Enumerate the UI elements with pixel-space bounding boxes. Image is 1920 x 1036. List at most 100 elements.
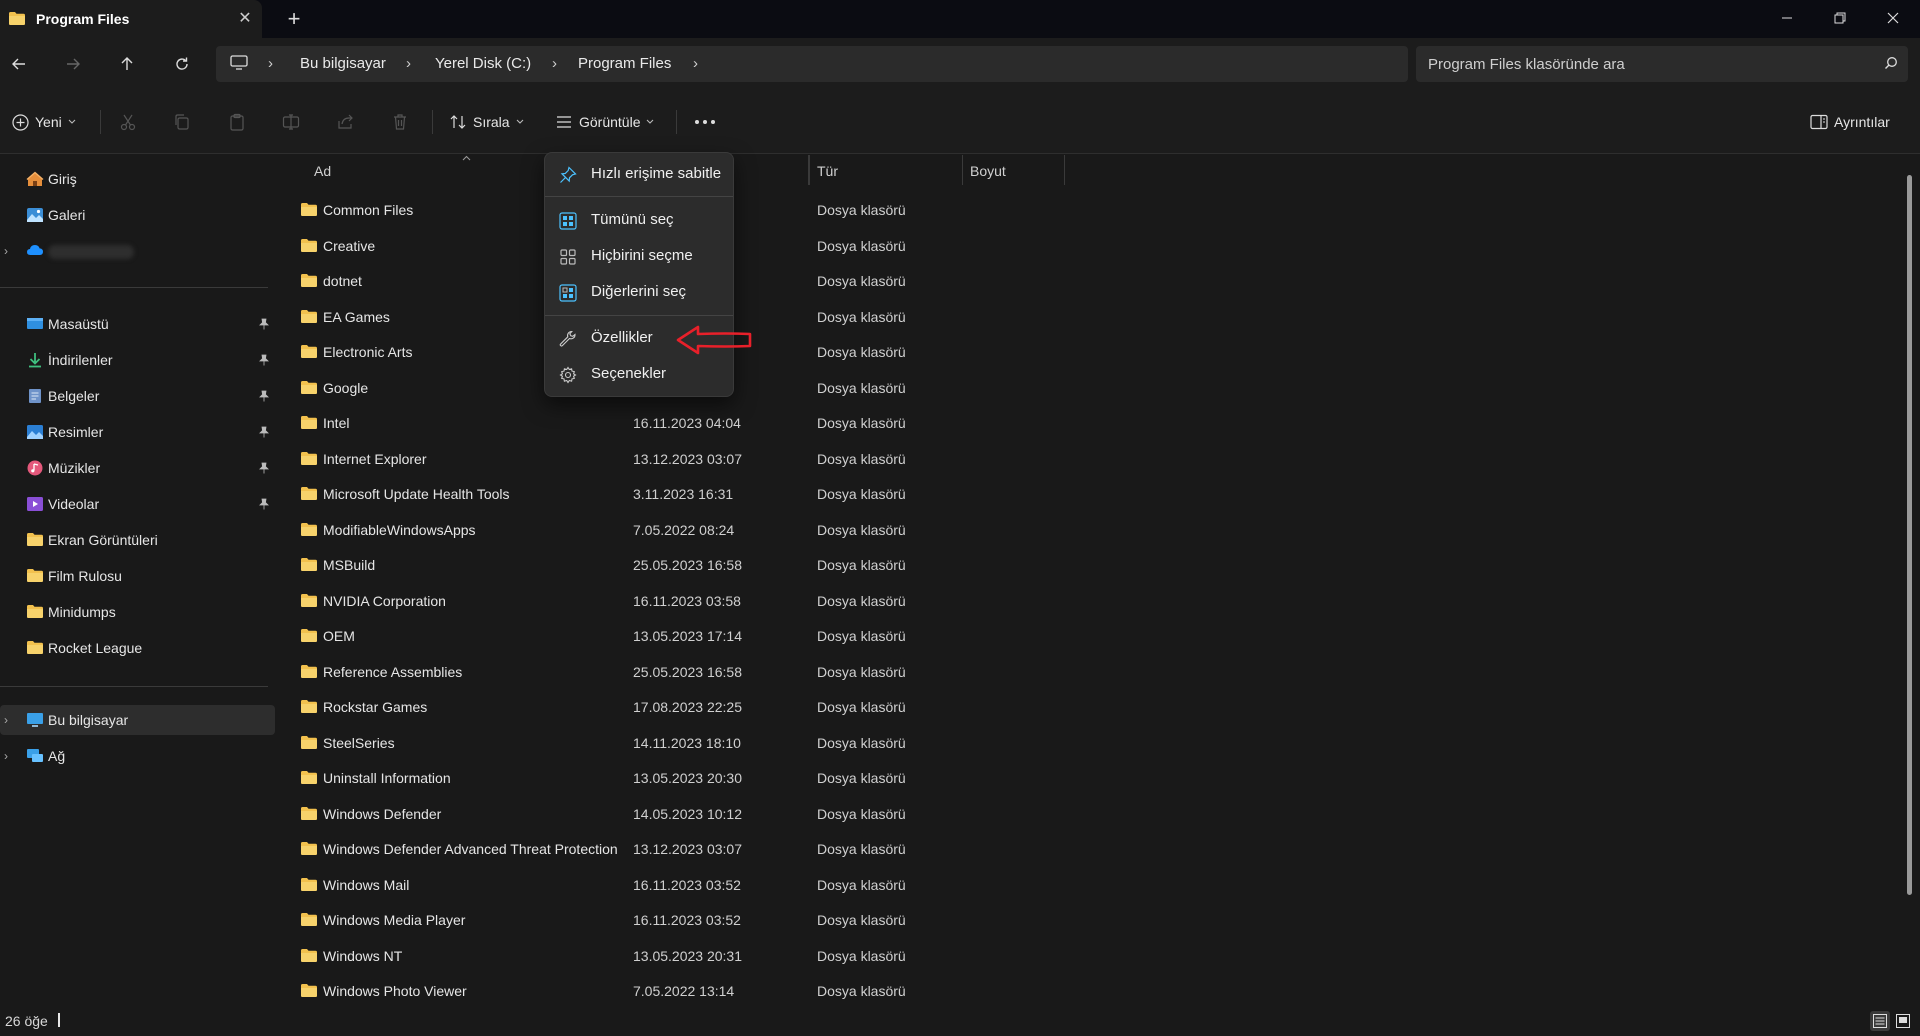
- file-row[interactable]: Electronic Arts Dosya klasörü: [290, 335, 1290, 370]
- up-button[interactable]: [111, 48, 143, 80]
- breadcrumb-program-files[interactable]: Program Files: [578, 55, 671, 72]
- pin-icon[interactable]: [258, 462, 269, 474]
- rename-button[interactable]: [282, 108, 300, 136]
- sidebar-item-this-pc[interactable]: › Bu bilgisayar: [0, 705, 275, 735]
- file-type: Dosya klasörü: [817, 734, 906, 751]
- file-row[interactable]: Windows Mail 16.11.2023 03:52 Dosya klasör…: [290, 868, 1290, 903]
- breadcrumb-this-pc[interactable]: Bu bilgisayar: [300, 55, 386, 72]
- details-pane-button[interactable]: Ayrıntılar: [1810, 108, 1890, 136]
- new-tab-button[interactable]: +: [282, 7, 306, 31]
- forward-button[interactable]: [57, 48, 89, 80]
- folder-icon: [300, 309, 318, 324]
- sidebar-item-folder[interactable]: Ekran Görüntüleri: [0, 525, 275, 555]
- file-name: EA Games: [323, 308, 390, 325]
- pin-icon[interactable]: [258, 354, 269, 366]
- pin-icon[interactable]: [258, 318, 269, 330]
- column-header-size[interactable]: Boyut: [970, 163, 1006, 193]
- refresh-button[interactable]: [166, 48, 198, 80]
- view-button[interactable]: Görüntüle: [555, 108, 654, 136]
- file-row[interactable]: OEM 13.05.2023 17:14 Dosya klasörü: [290, 619, 1290, 654]
- file-row[interactable]: Uninstall Information 13.05.2023 20:30 Dos…: [290, 761, 1290, 796]
- close-window-button[interactable]: [1868, 0, 1918, 36]
- cut-button[interactable]: [119, 108, 137, 136]
- close-tab-icon[interactable]: ✕: [236, 10, 254, 28]
- file-row[interactable]: Windows Defender Advanced Threat Protect…: [290, 832, 1290, 867]
- file-row[interactable]: Windows NT 13.05.2023 20:31 Dosya klasörü: [290, 939, 1290, 974]
- file-row[interactable]: Intel 16.11.2023 04:04 Dosya klasörü: [290, 406, 1290, 441]
- file-row[interactable]: MSBuild 25.05.2023 16:58 Dosya klasörü: [290, 548, 1290, 583]
- breadcrumb-local-disk[interactable]: Yerel Disk (C:): [435, 55, 531, 72]
- sidebar-item-network[interactable]: › Ağ: [0, 741, 275, 771]
- delete-button[interactable]: [391, 108, 409, 136]
- see-more-button[interactable]: [694, 108, 720, 136]
- file-row[interactable]: Creative Dosya klasörü: [290, 229, 1290, 264]
- sort-button[interactable]: Sırala: [449, 108, 524, 136]
- vertical-scrollbar[interactable]: [1907, 175, 1912, 895]
- sidebar-item-desktop[interactable]: Masaüstü: [0, 309, 275, 339]
- search-box[interactable]: [1416, 46, 1908, 82]
- file-row[interactable]: ModifiableWindowsApps 7.05.2022 08:24 Dosy…: [290, 513, 1290, 548]
- file-row[interactable]: Common Files Dosya klasörü: [290, 193, 1290, 228]
- see-more-menu: Hızlı erişime sabitle Tümünü seç Hiçbiri…: [544, 152, 734, 397]
- sidebar-item-pictures[interactable]: Resimler: [0, 417, 275, 447]
- pin-icon[interactable]: [258, 498, 269, 510]
- details-view-button[interactable]: [1870, 1011, 1890, 1031]
- column-divider[interactable]: [809, 155, 810, 185]
- menu-item-select-all[interactable]: Tümünü seç: [549, 204, 731, 236]
- restore-button[interactable]: [1815, 0, 1865, 36]
- sidebar-item-music[interactable]: Müzikler: [0, 453, 275, 483]
- folder-icon: [300, 202, 318, 217]
- file-row[interactable]: Microsoft Update Health Tools 3.11.2023 1…: [290, 477, 1290, 512]
- column-divider[interactable]: [1064, 155, 1065, 185]
- pin-icon[interactable]: [258, 390, 269, 402]
- search-input[interactable]: [1428, 53, 1868, 75]
- copy-icon: [173, 113, 191, 131]
- paste-button[interactable]: [228, 108, 246, 136]
- sidebar-item-videos[interactable]: Videolar: [0, 489, 275, 519]
- file-row[interactable]: Reference Assemblies 25.05.2023 16:58 Dosy…: [290, 655, 1290, 690]
- chevron-right-icon[interactable]: ›: [4, 244, 8, 258]
- back-button[interactable]: [3, 48, 35, 80]
- sidebar-item-gallery[interactable]: Galeri: [0, 200, 275, 230]
- file-row[interactable]: Google Dosya klasörü: [290, 371, 1290, 406]
- sidebar-item-folder[interactable]: Rocket League: [0, 633, 275, 663]
- copy-button[interactable]: [173, 108, 191, 136]
- file-row[interactable]: Internet Explorer 13.12.2023 03:07 Dosya k…: [290, 442, 1290, 477]
- sidebar-item-folder[interactable]: Film Rulosu: [0, 561, 275, 591]
- share-button[interactable]: [337, 108, 355, 136]
- breadcrumb[interactable]: › Bu bilgisayar › Yerel Disk (C:) › Prog…: [216, 46, 1408, 82]
- file-row[interactable]: SteelSeries 14.11.2023 18:10 Dosya klasörü: [290, 726, 1290, 761]
- column-divider[interactable]: [962, 155, 963, 185]
- sidebar-item-home[interactable]: Giriş: [0, 164, 275, 194]
- file-row[interactable]: Windows Defender 14.05.2023 10:12 Dosya kl…: [290, 797, 1290, 832]
- sidebar-item-onedrive[interactable]: ›: [0, 236, 275, 266]
- sidebar-item-documents[interactable]: Belgeler: [0, 381, 275, 411]
- column-header-name[interactable]: Ad: [314, 163, 331, 193]
- menu-item-select-none[interactable]: Hiçbirini seçme: [549, 240, 731, 272]
- file-row[interactable]: Rockstar Games 17.08.2023 22:25 Dosya klas…: [290, 690, 1290, 725]
- chevron-right-icon[interactable]: ›: [4, 749, 8, 763]
- sidebar-item-downloads[interactable]: İndirilenler: [0, 345, 275, 375]
- file-row[interactable]: Windows Media Player 16.11.2023 03:52 Dosy…: [290, 903, 1290, 938]
- breadcrumb-chevron-icon[interactable]: ›: [693, 55, 698, 72]
- file-row[interactable]: NVIDIA Corporation 16.11.2023 03:58 Dosya …: [290, 584, 1290, 619]
- minimize-button[interactable]: [1762, 0, 1812, 36]
- menu-item-options[interactable]: Seçenekler: [549, 358, 731, 390]
- pin-icon[interactable]: [258, 426, 269, 438]
- menu-item-pin-to-quick-access[interactable]: Hızlı erişime sabitle: [549, 158, 731, 190]
- menu-item-invert-selection[interactable]: Diğerlerini seç: [549, 276, 731, 308]
- file-row[interactable]: dotnet Dosya klasörü: [290, 264, 1290, 299]
- sidebar-item-folder[interactable]: Minidumps: [0, 597, 275, 627]
- tab-program-files[interactable]: Program Files ✕: [0, 0, 262, 38]
- select-none-icon: [559, 248, 577, 266]
- folder-icon: [26, 532, 44, 548]
- large-icons-view-button[interactable]: [1893, 1011, 1913, 1031]
- file-row[interactable]: EA Games Dosya klasörü: [290, 300, 1290, 335]
- search-icon[interactable]: [1884, 56, 1898, 70]
- column-header-type[interactable]: Tür: [817, 163, 838, 193]
- more-dots-icon: [694, 119, 716, 125]
- chevron-right-icon[interactable]: ›: [4, 713, 8, 727]
- new-button[interactable]: Yeni: [12, 108, 76, 136]
- file-row[interactable]: Windows Photo Viewer 7.05.2022 13:14 Dosya…: [290, 974, 1290, 1009]
- file-date-modified: 25.05.2023 16:58: [633, 557, 742, 573]
